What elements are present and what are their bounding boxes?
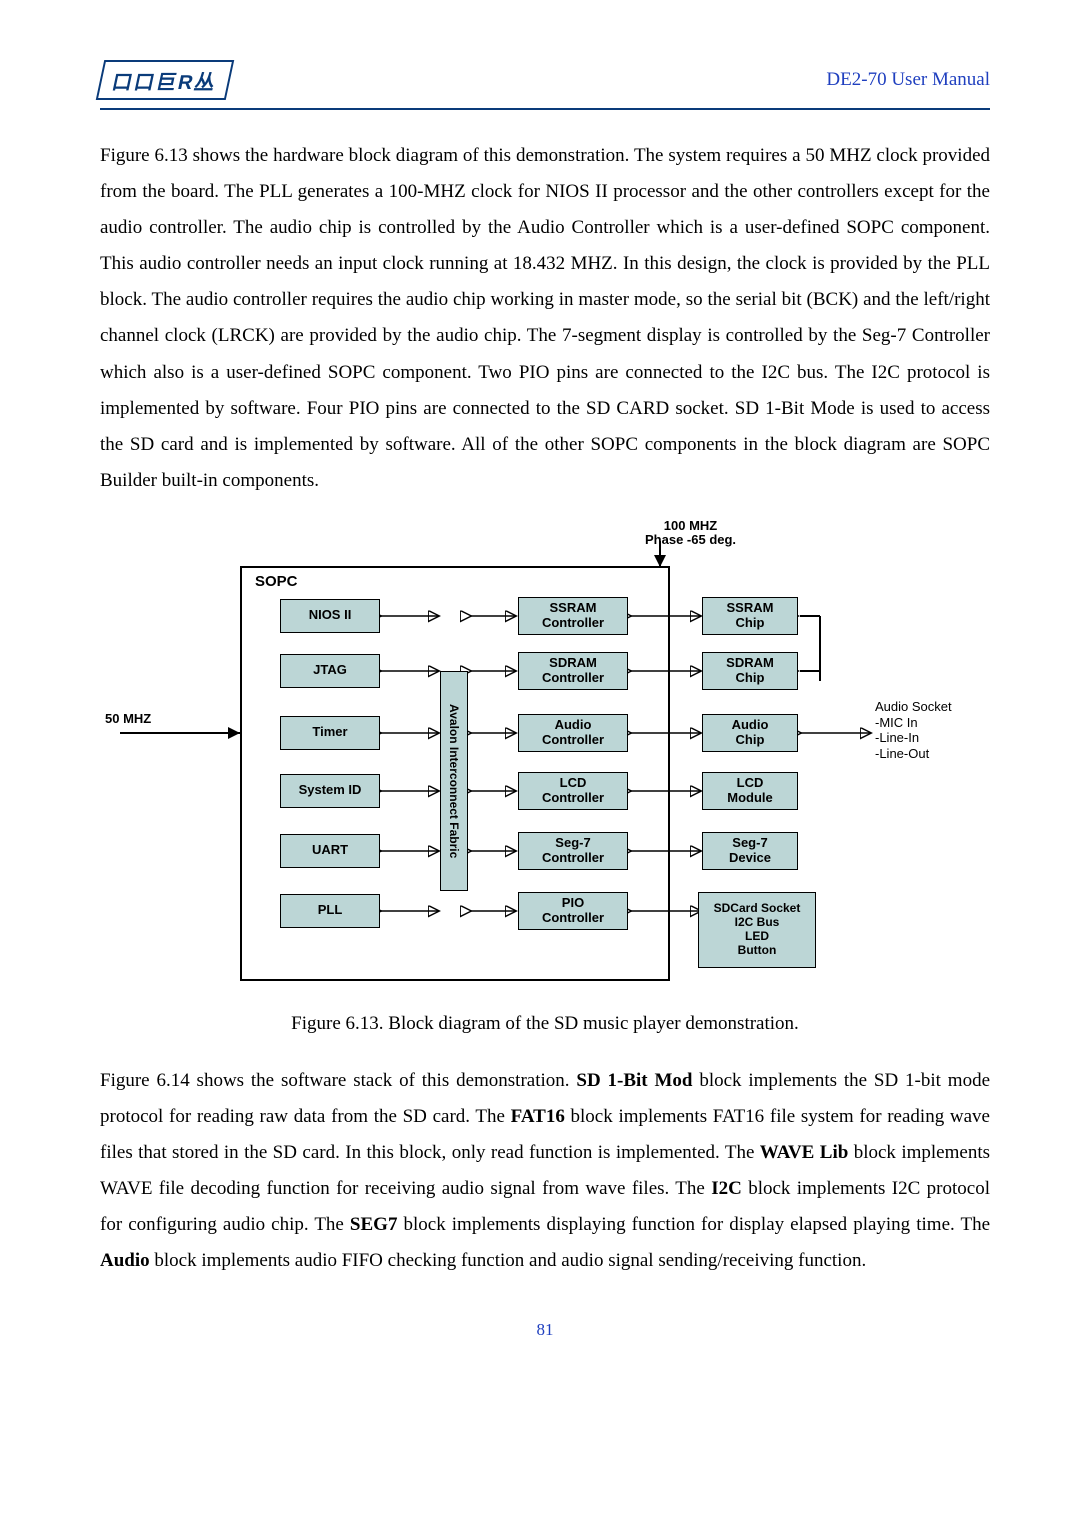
label-100mhz: 100 MHZ Phase -65 deg. [645,519,736,548]
page-number: 81 [100,1320,990,1340]
box-ssram-ctrl: SSRAM Controller [518,597,628,635]
box-seg7-ctrl: Seg-7 Controller [518,832,628,870]
altera-logo: 口口巨R丛 [100,60,230,100]
box-lcd-ctrl: LCD Controller [518,772,628,810]
box-jtag: JTAG [280,654,380,688]
box-lcd-module: LCD Module [702,772,798,810]
block-diagram: 100 MHZ Phase -65 deg. 50 MHZ SOPC Avalo… [100,521,1000,991]
header-title: DE2-70 User Manual [826,69,990,91]
box-sdram-chip: SDRAM Chip [702,652,798,690]
box-pio-ctrl: PIO Controller [518,892,628,930]
label-50mhz: 50 MHZ [105,711,151,726]
header-divider [100,108,990,110]
box-seg7-device: Seg-7 Device [702,832,798,870]
box-systemid: System ID [280,774,380,808]
box-sdcard-socket: SDCard Socket I2C Bus LED Button [698,892,816,968]
paragraph-2: Figure 6.14 shows the software stack of … [100,1063,990,1280]
avalon-bus: Avalon Interconnect Fabric [440,671,468,891]
box-pll: PLL [280,894,380,928]
paragraph-1: Figure 6.13 shows the hardware block dia… [100,138,990,499]
box-timer: Timer [280,716,380,750]
box-ssram-chip: SSRAM Chip [702,597,798,635]
box-uart: UART [280,834,380,868]
label-audio-socket: Audio Socket -MIC In -Line-In -Line-Out [875,699,952,761]
box-sdram-ctrl: SDRAM Controller [518,652,628,690]
box-audio-chip: Audio Chip [702,714,798,752]
label-sopc: SOPC [255,573,298,590]
logo-text: 口口巨R丛 [96,60,235,100]
figure-caption: Figure 6.13. Block diagram of the SD mus… [100,1013,990,1035]
box-audio-ctrl: Audio Controller [518,714,628,752]
box-nios2: NIOS II [280,599,380,633]
